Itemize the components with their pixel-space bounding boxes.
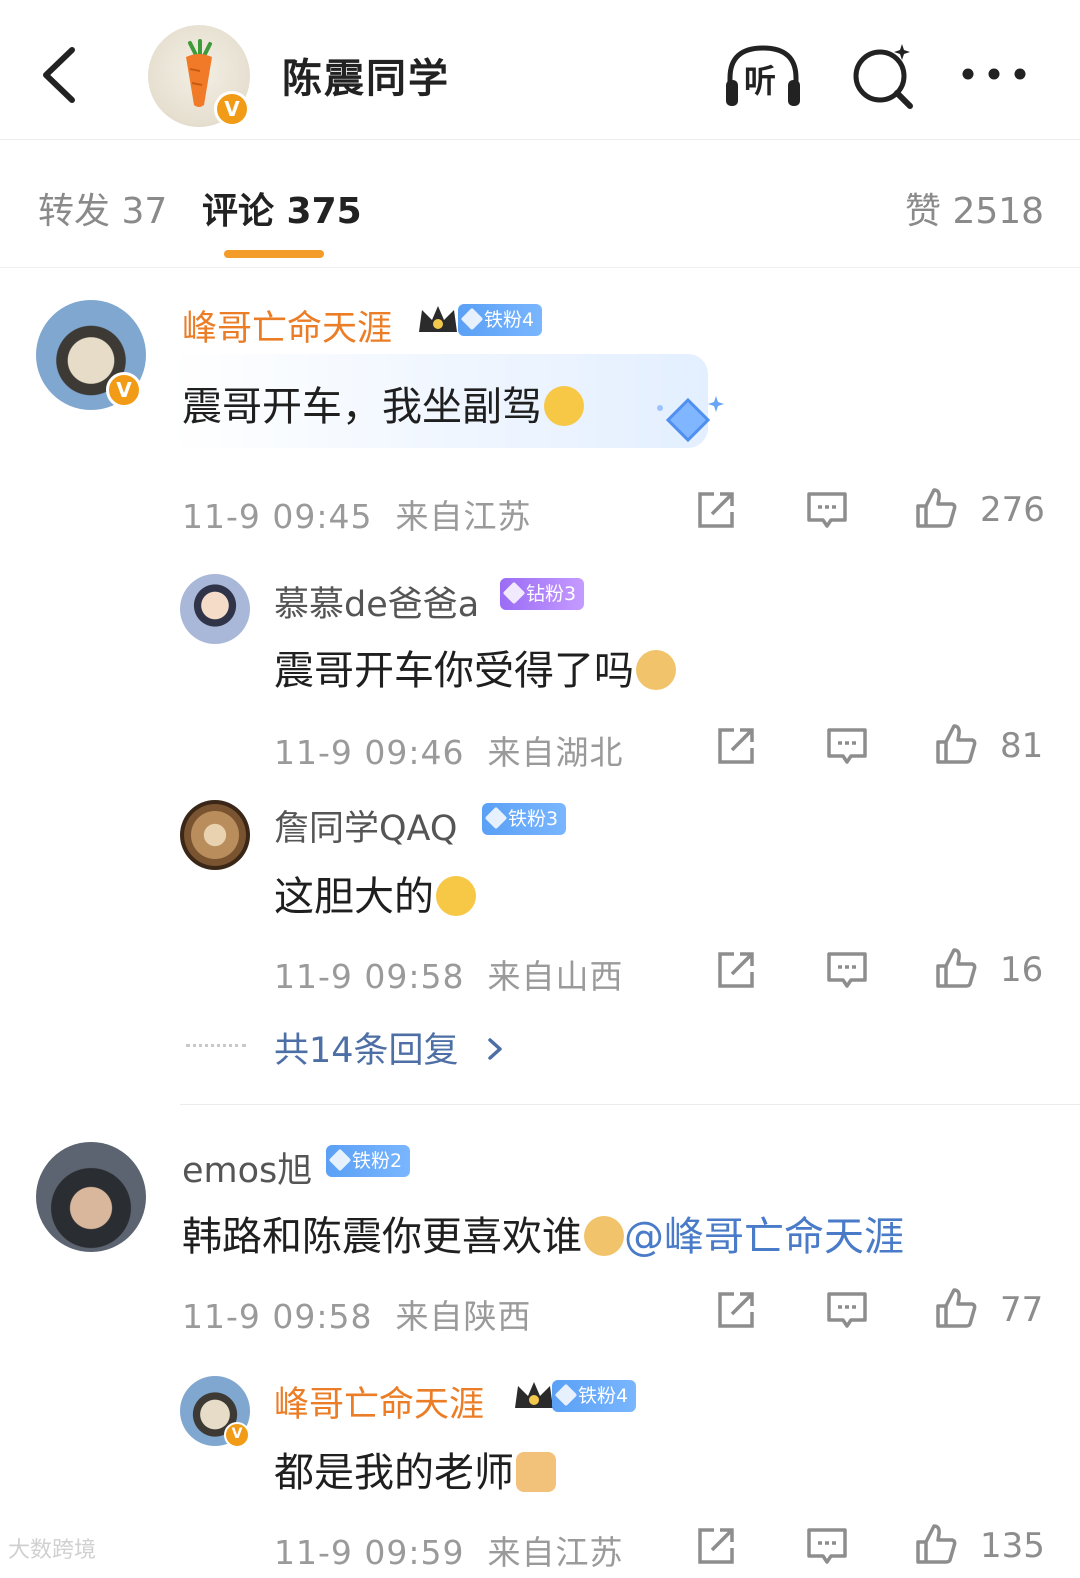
reply-icon[interactable] (805, 1524, 849, 1568)
laughing-emoji-icon (436, 876, 476, 916)
reply-meta: 11-9 09:58 来自山西 (274, 957, 624, 996)
top-bar: V 陈震同学 听 (0, 0, 1080, 140)
doge-emoji-icon (584, 1216, 624, 1256)
like-icon[interactable] (934, 946, 978, 990)
verified-badge: V (214, 91, 250, 127)
thumbs-up-emoji-icon (516, 1452, 556, 1492)
tab-comments[interactable]: 评论 375 (202, 182, 362, 234)
search-icon[interactable] (842, 40, 924, 112)
like-icon[interactable] (914, 486, 958, 530)
comment-username[interactable]: 峰哥亡命天涯 (182, 300, 392, 351)
more-icon[interactable] (954, 40, 1036, 112)
like-count: 81 (1000, 726, 1044, 766)
comment-divider (180, 1104, 1080, 1105)
page-avatar[interactable]: V (148, 25, 250, 127)
share-icon[interactable] (714, 724, 758, 768)
mention-link[interactable]: @峰哥亡命天涯 (624, 1214, 904, 1260)
like-icon[interactable] (934, 1286, 978, 1330)
watermark: 大数跨境 (8, 1538, 97, 1563)
verified-badge: V (106, 372, 142, 408)
comment-text: 韩路和陈震你更喜欢谁 @峰哥亡命天涯 (182, 1214, 904, 1260)
back-icon[interactable] (30, 40, 90, 110)
reply-icon[interactable] (825, 1288, 869, 1332)
crying-emoji-icon (544, 386, 584, 426)
fan-badge: 铁粉2 (326, 1145, 411, 1177)
carrot-avatar-image (186, 39, 212, 107)
comment-text: 震哥开车，我坐副驾 (182, 374, 584, 432)
fan-badge: 钻粉3 (500, 578, 585, 610)
reply-text: 这胆大的 (274, 864, 476, 922)
reply-icon[interactable] (805, 488, 849, 532)
like-count: 135 (980, 1526, 1045, 1566)
reply-username[interactable]: 慕慕de爸爸a (274, 576, 479, 627)
avatar[interactable] (180, 800, 250, 870)
like-count: 77 (1000, 1290, 1044, 1330)
like-icon[interactable] (914, 1522, 958, 1566)
tab-bar: 转发 37 评论 375 赞 2518 (0, 140, 1080, 268)
comment-meta: 11-9 09:45 来自江苏 (182, 497, 532, 536)
diamond-sparkle-icon (657, 396, 724, 443)
more-replies-dots (186, 1044, 246, 1047)
avatar[interactable]: V (180, 1376, 250, 1448)
share-icon[interactable] (694, 488, 738, 532)
reply-meta: 11-9 09:46 来自湖北 (274, 733, 624, 772)
reply-icon[interactable] (825, 724, 869, 768)
share-icon[interactable] (714, 948, 758, 992)
crown-icon (515, 1382, 553, 1408)
comment-username[interactable]: emos旭 (182, 1142, 312, 1193)
reply-icon[interactable] (825, 948, 869, 992)
reply-text: 震哥开车你受得了吗 (274, 638, 676, 696)
reply-username[interactable]: 詹同学QAQ (274, 800, 457, 851)
doge-emoji-icon (636, 650, 676, 690)
fan-badge: 铁粉4 (458, 304, 543, 336)
avatar[interactable]: V (36, 300, 146, 410)
tab-repost[interactable]: 转发 37 (38, 182, 167, 234)
more-replies-link[interactable]: 共14条回复 (274, 1022, 506, 1073)
share-icon[interactable] (714, 1288, 758, 1332)
reply-username[interactable]: 峰哥亡命天涯 (274, 1376, 484, 1427)
page-title: 陈震同学 (282, 56, 450, 102)
like-icon[interactable] (934, 722, 978, 766)
crown-icon (419, 306, 457, 332)
active-tab-indicator (224, 250, 324, 258)
comment-meta: 11-9 09:58 来自陕西 (182, 1297, 532, 1336)
avatar[interactable] (180, 574, 250, 644)
like-count: 16 (1000, 950, 1044, 990)
avatar[interactable] (36, 1142, 146, 1252)
fan-badge: 铁粉4 (552, 1380, 637, 1412)
chevron-right-icon (487, 1038, 502, 1060)
listen-label: 听 (744, 62, 777, 100)
verified-badge: V (224, 1422, 250, 1448)
reply-meta: 11-9 09:59 来自江苏 (274, 1533, 624, 1572)
tab-likes[interactable]: 赞 2518 (905, 182, 1044, 234)
reply-text: 都是我的老师 (274, 1440, 556, 1498)
share-icon[interactable] (694, 1524, 738, 1568)
like-count: 276 (980, 490, 1045, 530)
fan-badge: 铁粉3 (482, 803, 567, 835)
